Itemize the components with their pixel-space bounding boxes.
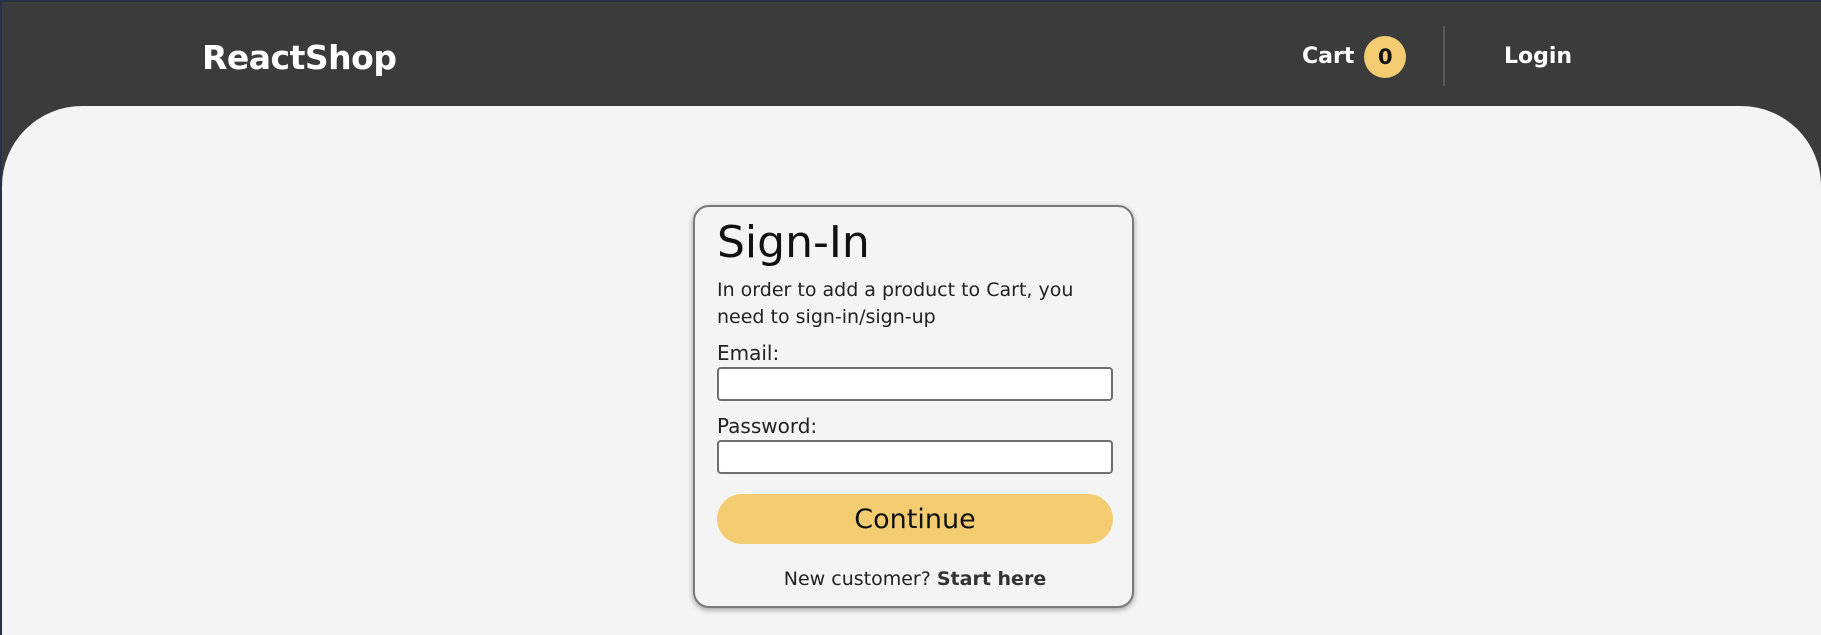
continue-button[interactable]: Continue bbox=[717, 494, 1113, 544]
cart-label: Cart bbox=[1302, 44, 1355, 69]
new-customer-text: New customer? bbox=[783, 568, 931, 590]
navbar: ReactShop Cart 0 Login bbox=[0, 2, 1821, 106]
login-link[interactable]: Login bbox=[1504, 36, 1572, 78]
brand-logo[interactable]: ReactShop bbox=[202, 36, 397, 80]
start-here-link[interactable]: Start here bbox=[937, 568, 1046, 590]
password-field[interactable] bbox=[717, 440, 1113, 474]
email-label: Email: bbox=[717, 341, 780, 365]
new-customer-line: New customer? Start here bbox=[717, 567, 1113, 591]
signin-card: Sign-In In order to add a product to Car… bbox=[693, 205, 1134, 608]
cart-button[interactable]: Cart 0 bbox=[1302, 36, 1407, 78]
signin-title: Sign-In bbox=[717, 217, 870, 268]
cart-count-badge: 0 bbox=[1364, 36, 1407, 78]
nav-divider bbox=[1443, 26, 1445, 86]
page: ReactShop Cart 0 Login Sign-In In order … bbox=[0, 0, 1821, 635]
signin-description: In order to add a product to Cart, you n… bbox=[717, 279, 1074, 328]
email-field[interactable] bbox=[717, 367, 1113, 401]
password-label: Password: bbox=[717, 414, 818, 438]
